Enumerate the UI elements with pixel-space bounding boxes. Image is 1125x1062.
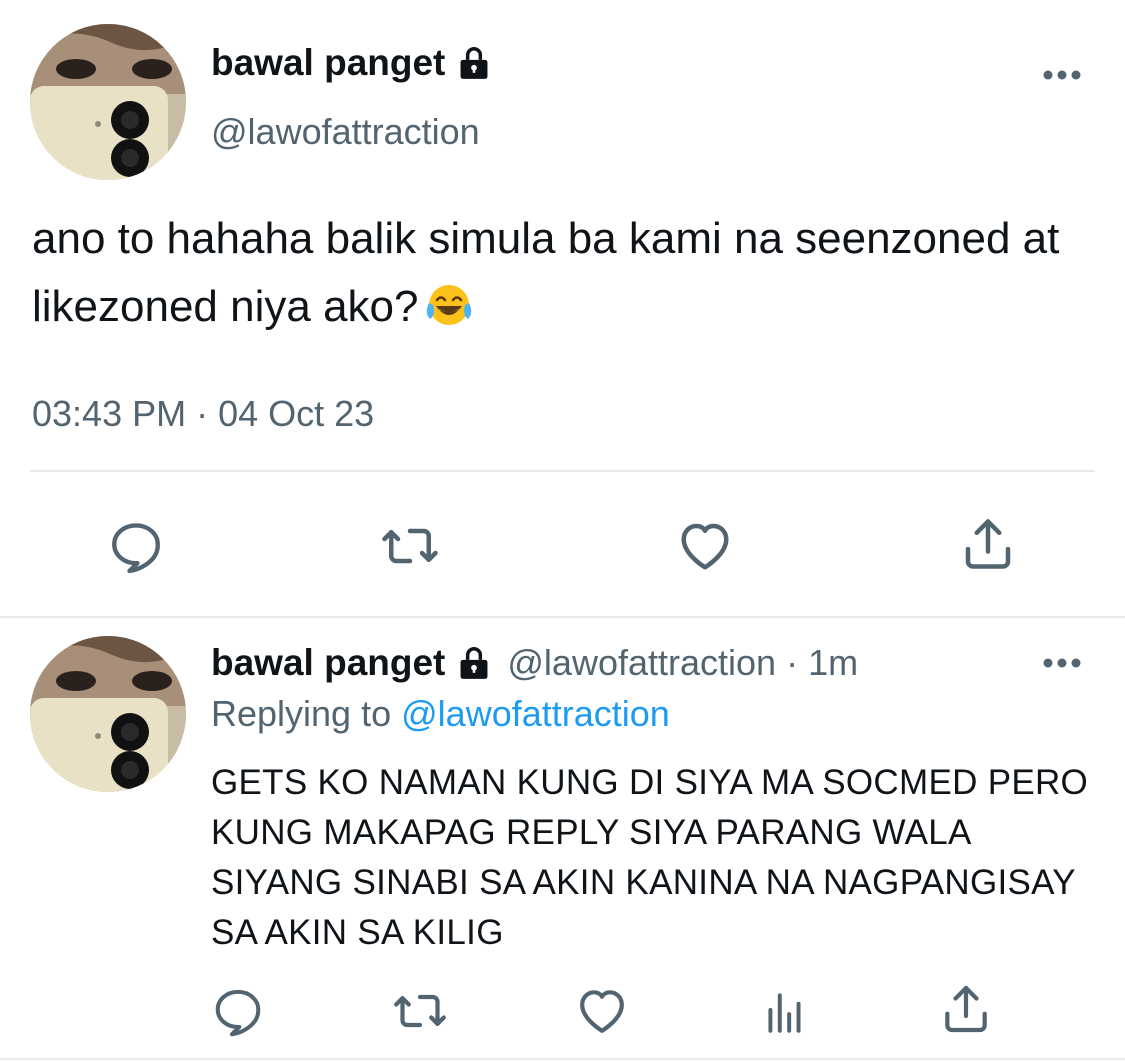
reply-button[interactable] [210, 983, 266, 1039]
more-options-icon[interactable] [1040, 655, 1084, 671]
avatar-image [30, 24, 186, 180]
tweet-body: ano to hahaha balik simula ba kami na se… [32, 214, 1060, 331]
replying-to: Replying to @lawofattraction [211, 693, 670, 735]
author-display-name[interactable]: bawal panget [211, 642, 445, 684]
like-button[interactable] [574, 983, 630, 1039]
divider [0, 1058, 1125, 1060]
separator-dot: · [786, 642, 799, 683]
divider [0, 616, 1125, 618]
replying-to-handle-link[interactable]: @lawofattraction [401, 693, 670, 734]
analytics-icon [768, 993, 801, 1033]
retweet-button[interactable] [392, 983, 448, 1039]
reply-button[interactable] [106, 516, 166, 576]
tweet-text: ano to hahaha balik simula ba kami na se… [32, 205, 1092, 341]
reply-icon [112, 523, 160, 574]
avatar-image [30, 636, 186, 792]
reply-text: GETS KO NAMAN KUNG DI SIYA MA SOCMED PER… [211, 763, 1089, 952]
replying-to-label: Replying to [211, 693, 392, 734]
retweet-icon [394, 994, 446, 1028]
like-button[interactable] [675, 516, 735, 576]
reply-time[interactable]: 1m [808, 642, 858, 684]
main-avatar[interactable] [30, 24, 186, 180]
divider [30, 470, 1095, 472]
analytics-button[interactable] [758, 985, 812, 1039]
lock-icon [455, 644, 493, 682]
author-display-name[interactable]: bawal panget [211, 42, 445, 84]
share-icon [965, 519, 1011, 569]
reply-author-row: bawal panget @lawofattraction · 1m [211, 642, 858, 684]
tweet-timestamp[interactable]: 03:43 PM · 04 Oct 23 [32, 393, 374, 435]
lock-icon [455, 44, 493, 82]
share-icon [945, 985, 987, 1033]
share-button[interactable] [938, 981, 994, 1037]
retweet-button[interactable] [380, 516, 440, 576]
face-with-tears-of-joy-icon [424, 279, 474, 329]
like-icon [681, 523, 729, 570]
author-handle[interactable]: @lawofattraction [507, 642, 776, 684]
reply-avatar[interactable] [30, 636, 186, 792]
reply-icon [215, 989, 261, 1037]
main-author-name-row[interactable]: bawal panget [211, 42, 493, 84]
more-options-icon[interactable] [1040, 67, 1084, 83]
like-icon [580, 990, 624, 1033]
share-button[interactable] [958, 514, 1018, 574]
author-handle[interactable]: @lawofattraction [211, 111, 480, 153]
retweet-icon [382, 528, 438, 564]
